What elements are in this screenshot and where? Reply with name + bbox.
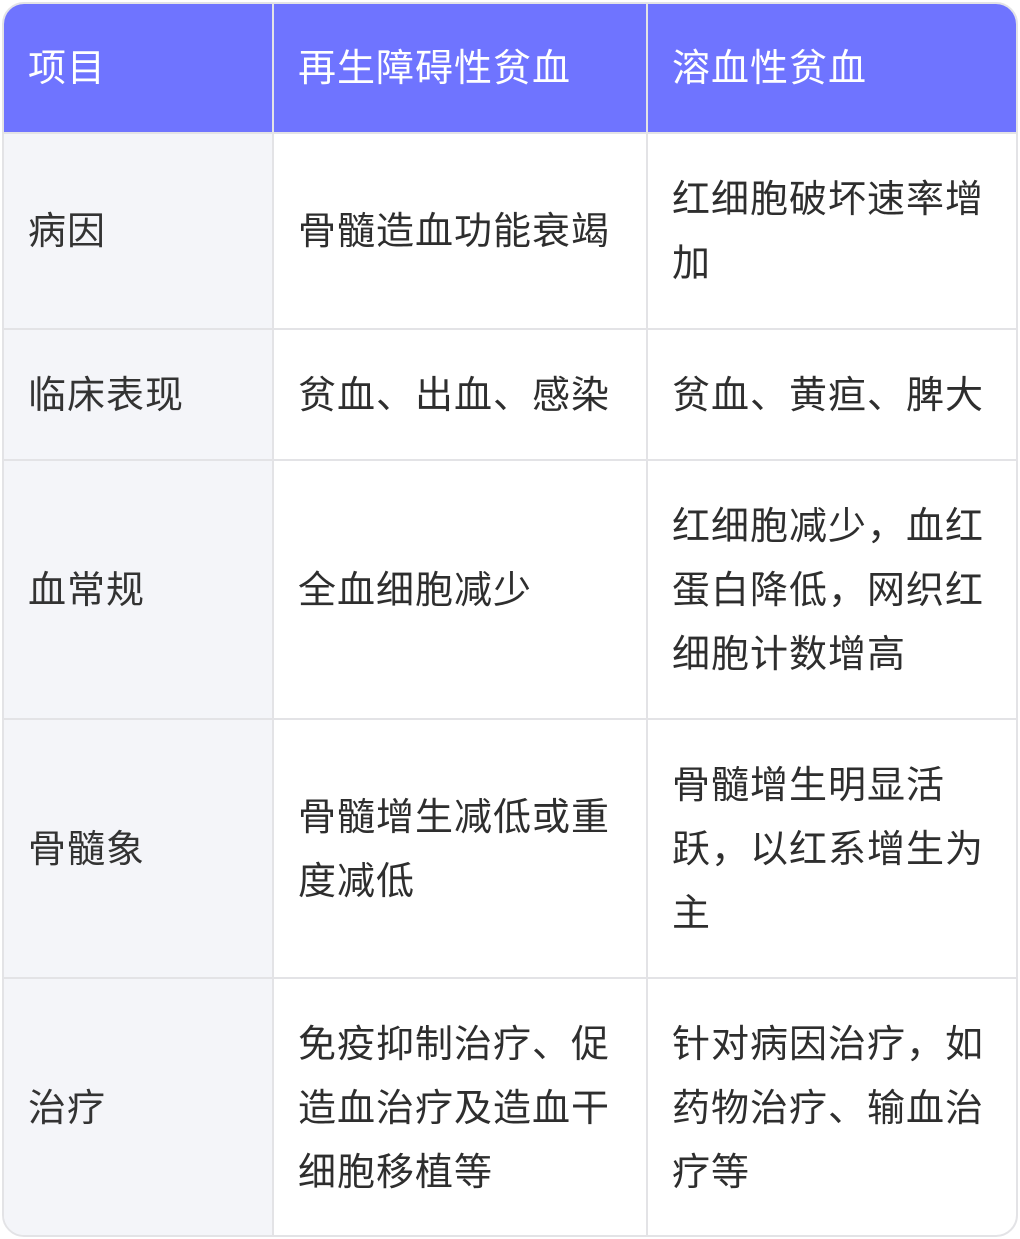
table-cell: 骨髓造血功能衰竭: [273, 132, 648, 329]
table-cell: 红细胞减少，血红蛋白降低，网织红细胞计数增高: [647, 459, 1016, 719]
row-label: 骨髓象: [4, 718, 274, 978]
table-cell: 贫血、出血、感染: [273, 328, 648, 460]
header-cell-hemolytic-anemia: 溶血性贫血: [647, 4, 1016, 133]
table-cell: 全血细胞减少: [273, 459, 648, 719]
header-cell-aplastic-anemia: 再生障碍性贫血: [273, 4, 648, 133]
table-cell: 贫血、黄疸、脾大: [647, 328, 1016, 460]
table-row: 病因 骨髓造血功能衰竭 红细胞破坏速率增加: [4, 132, 1016, 329]
table-header-row: 项目 再生障碍性贫血 溶血性贫血: [4, 4, 1016, 133]
table-cell: 针对病因治疗，如药物治疗、输血治疗等: [647, 977, 1016, 1235]
row-label: 血常规: [4, 459, 274, 719]
table-row: 骨髓象 骨髓增生减低或重度减低 骨髓增生明显活跃，以红系增生为主: [4, 718, 1016, 978]
table-row: 血常规 全血细胞减少 红细胞减少，血红蛋白降低，网织红细胞计数增高: [4, 459, 1016, 719]
row-label: 临床表现: [4, 328, 274, 460]
table-row: 临床表现 贫血、出血、感染 贫血、黄疸、脾大: [4, 328, 1016, 460]
header-cell-item: 项目: [4, 4, 274, 133]
anemia-comparison-table: 项目 再生障碍性贫血 溶血性贫血 病因 骨髓造血功能衰竭 红细胞破坏速率增加 临…: [4, 4, 1016, 1235]
table-cell: 骨髓增生减低或重度减低: [273, 718, 648, 978]
table-cell: 红细胞破坏速率增加: [647, 132, 1016, 329]
comparison-table-container: 项目 再生障碍性贫血 溶血性贫血 病因 骨髓造血功能衰竭 红细胞破坏速率增加 临…: [2, 2, 1018, 1237]
table-cell: 免疫抑制治疗、促造血治疗及造血干细胞移植等: [273, 977, 648, 1235]
table-row: 治疗 免疫抑制治疗、促造血治疗及造血干细胞移植等 针对病因治疗，如药物治疗、输血…: [4, 977, 1016, 1235]
row-label: 病因: [4, 132, 274, 329]
row-label: 治疗: [4, 977, 274, 1235]
table-cell: 骨髓增生明显活跃，以红系增生为主: [647, 718, 1016, 978]
